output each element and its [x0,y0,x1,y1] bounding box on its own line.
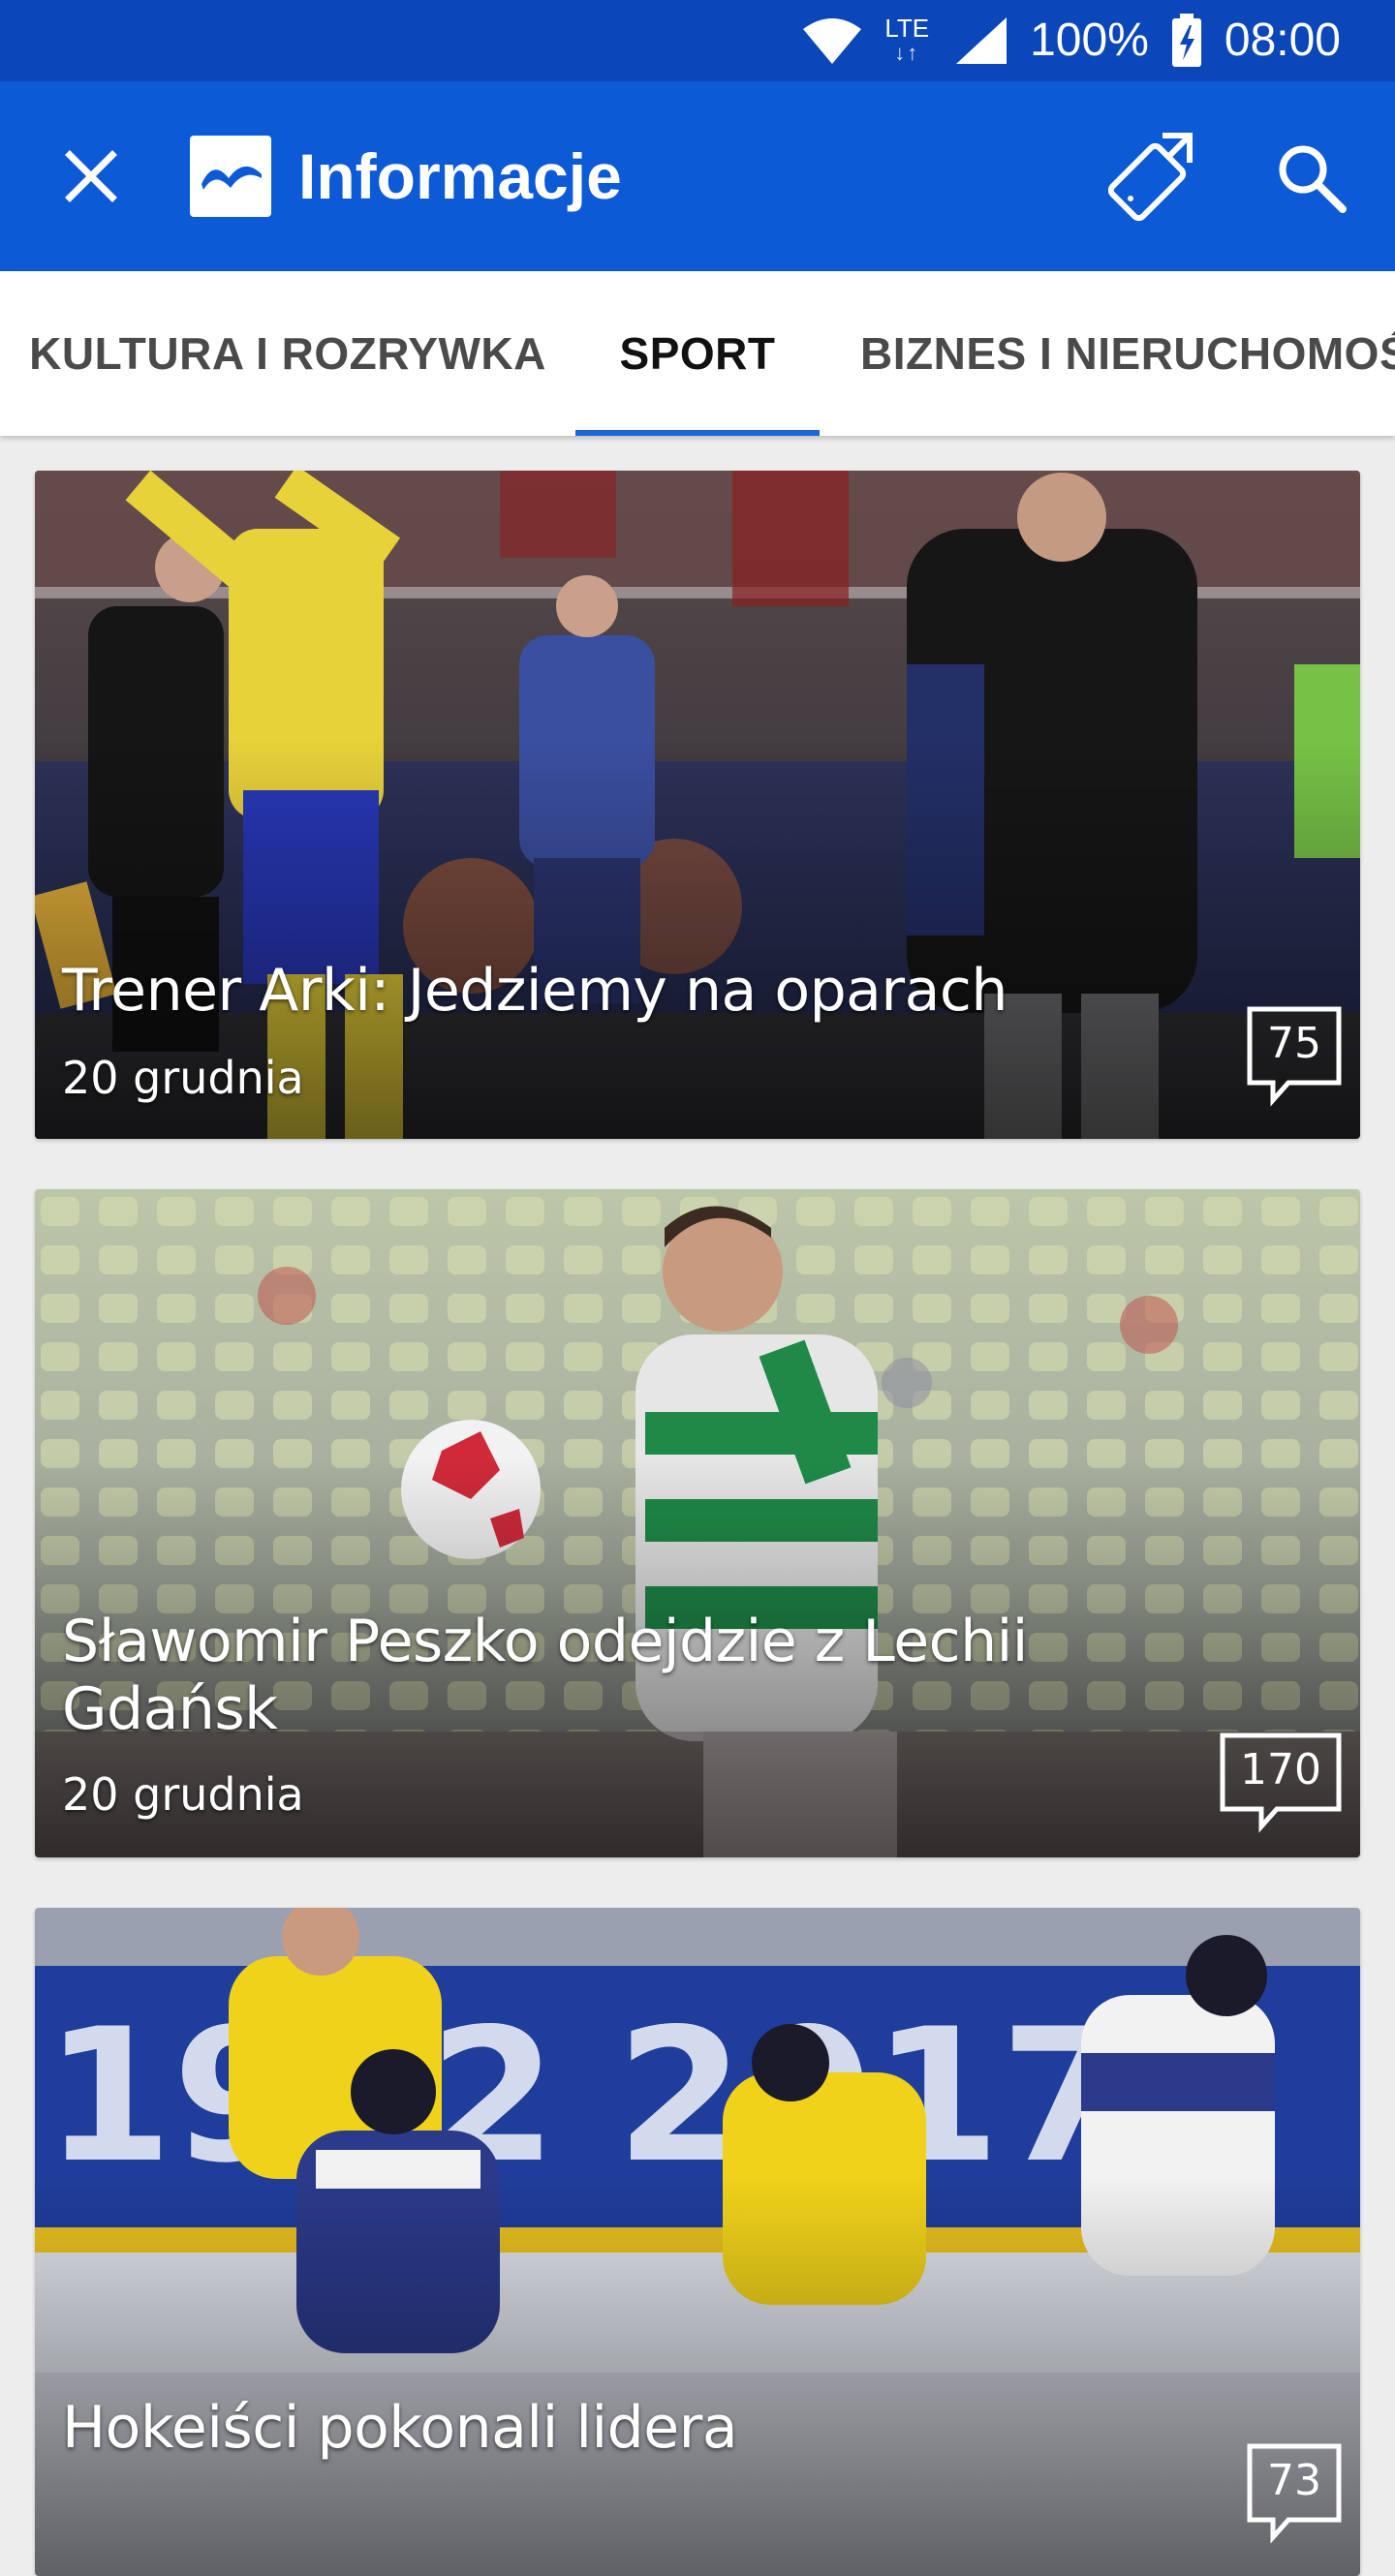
active-tab-indicator [575,430,820,436]
comment-count-badge[interactable]: 75 [1246,1005,1343,1114]
search-icon [1279,145,1347,213]
comment-count: 75 [1267,1019,1321,1068]
tab-sport[interactable]: SPORT [575,271,820,436]
wifi-icon [803,18,862,64]
article-card[interactable]: Trener Arki: Jedziemy na oparach 20 grud… [35,471,1360,1139]
comment-count-badge[interactable]: 170 [1219,1732,1343,1840]
tablet-rotate-icon [1107,133,1193,222]
article-card[interactable]: Sławomir Peszko odejdzie z Lechii Gdańsk… [35,1189,1360,1857]
network-label: LTE [884,14,930,43]
article-title: Sławomir Peszko odejdzie z Lechii Gdańsk [62,1608,1028,1743]
comment-count: 170 [1240,1745,1321,1794]
search-button[interactable] [1271,138,1352,219]
article-card[interactable]: 1972 2017 Hokeiści pokonali lidera 73 [35,1908,1360,2576]
article-date: 20 grudnia [62,1052,304,1104]
lte-indicator: LTE ↓↑ [884,15,929,66]
article-date: 20 grudnia [62,1768,304,1821]
battery-charging-icon [1171,14,1201,67]
bird-logo-icon [202,166,262,190]
comment-count-badge[interactable]: 73 [1246,2442,1343,2551]
tab-kultura-i-rozrywka[interactable]: KULTURA I ROZRYWKA [0,271,575,436]
close-icon [65,150,117,202]
close-button[interactable] [56,141,126,211]
tab-biznes-i-nieruchomosci[interactable]: BIZNES I NIERUCHOMOŚ [820,271,1395,436]
status-bar: LTE ↓↑ 100% 08:00 [0,0,1395,81]
clock: 08:00 [1224,15,1341,66]
comment-count: 73 [1267,2456,1321,2505]
app-logo [190,136,271,217]
signal-icon [956,17,1008,64]
app-bar: Informacje [0,81,1395,271]
article-title: Trener Arki: Jedziemy na oparach [62,957,1008,1025]
tablet-mode-button[interactable] [1097,128,1197,229]
photo-overlay [35,2175,1360,2576]
app-title: Informacje [298,140,622,212]
data-arrows-icon: ↓↑ [894,41,920,65]
battery-percent: 100% [1030,15,1149,66]
article-title: Hokeiści pokonali lidera [62,2394,738,2462]
category-tabs: KULTURA I ROZRYWKA SPORT BIZNES I NIERUC… [0,271,1395,436]
